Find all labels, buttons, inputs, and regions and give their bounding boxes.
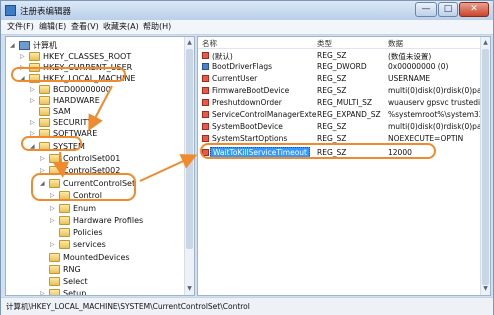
arrow-to-value <box>139 154 198 182</box>
annotation-arrows <box>53 85 198 182</box>
arrow-to-system <box>88 85 113 132</box>
arrow-to-currentcontrolset <box>53 151 70 178</box>
